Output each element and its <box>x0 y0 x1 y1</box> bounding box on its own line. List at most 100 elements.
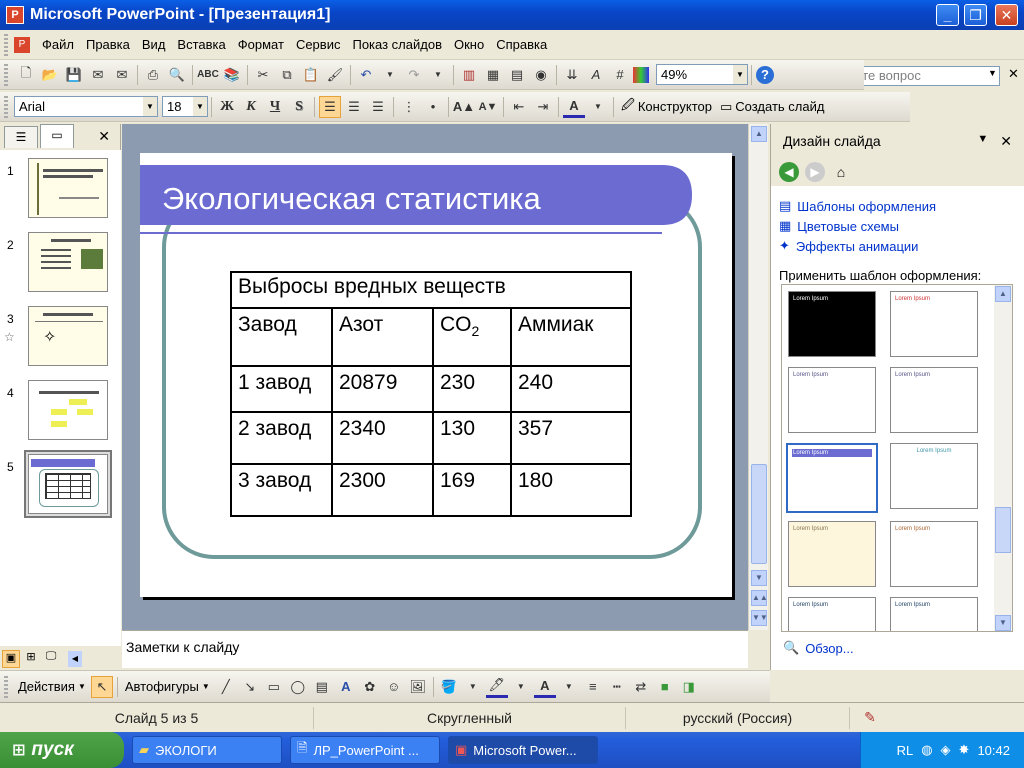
undo-dropdown-icon[interactable]: ▼ <box>379 64 401 86</box>
menu-tools[interactable]: Сервис <box>290 37 347 52</box>
scroll-down-icon[interactable]: ▼ <box>751 570 767 586</box>
insert-diagram-icon[interactable]: ◉ <box>530 64 552 86</box>
toolbar-grip[interactable] <box>4 95 8 118</box>
autoshapes-menu[interactable]: Автофигуры ▼ <box>121 679 214 694</box>
scroll-up-icon[interactable]: ▲ <box>751 126 767 142</box>
template-thumbnail[interactable]: Lorem Ipsum <box>788 597 876 631</box>
slide-thumbnail-2[interactable] <box>28 232 108 292</box>
powerpoint-app-icon[interactable]: P <box>6 6 24 24</box>
save-icon[interactable]: 💾 <box>63 64 85 86</box>
close-icon[interactable]: ✕ <box>98 128 110 145</box>
redo-icon[interactable]: ↷ <box>403 64 425 86</box>
close-button[interactable]: ✕ <box>995 4 1018 26</box>
taskbar-item[interactable]: 🗎 ЛР_PowerPoint ... <box>290 736 440 764</box>
font-select[interactable]: Arial ▼ <box>14 96 158 117</box>
open-icon[interactable]: 📂 <box>39 64 61 86</box>
chevron-down-icon[interactable]: ▼ <box>510 676 532 698</box>
arrow-icon[interactable]: ↘ <box>239 676 261 698</box>
show-formatting-icon[interactable]: A <box>585 64 607 86</box>
template-thumbnail[interactable]: Lorem Ipsum <box>890 597 978 631</box>
next-slide-icon[interactable]: ▼▼ <box>751 610 768 626</box>
scroll-up-icon[interactable]: ▲ <box>995 286 1011 302</box>
shadow-style-icon[interactable]: ■ <box>654 676 676 698</box>
tab-outline[interactable]: ☰ <box>4 126 38 148</box>
shadow-button[interactable]: S <box>288 96 310 118</box>
grid-icon[interactable]: # <box>609 64 631 86</box>
column-header[interactable]: Завод <box>230 307 333 367</box>
tab-slides[interactable]: ▭ <box>40 124 74 148</box>
font-color-icon[interactable]: A <box>563 96 585 118</box>
emissions-table[interactable]: Выбросы вредных веществ Завод Азот CO2 А… <box>230 271 632 517</box>
template-thumbnail[interactable]: Lorem Ipsum <box>788 521 876 587</box>
column-header-co2[interactable]: CO2 <box>432 307 512 367</box>
line-color-icon[interactable]: 🖊 <box>485 676 508 698</box>
template-thumbnail[interactable]: Lorem Ipsum <box>890 367 978 433</box>
chevron-down-icon[interactable]: ▼ <box>193 97 207 116</box>
textbox-icon[interactable]: ▤ <box>311 676 333 698</box>
bold-button[interactable]: Ж <box>216 96 238 118</box>
tray-app-icon[interactable]: ✸ <box>959 742 970 758</box>
task-pane-menu-icon[interactable]: ▼ <box>977 133 988 150</box>
table-cell[interactable]: 2340 <box>331 411 434 465</box>
menu-file[interactable]: Файл <box>36 37 80 52</box>
table-cell[interactable]: 2300 <box>331 463 434 517</box>
maximize-button[interactable]: ❐ <box>964 4 987 26</box>
chevron-down-icon[interactable]: ▼ <box>733 65 747 84</box>
slide-thumbnail-5[interactable] <box>28 454 108 514</box>
increase-font-icon[interactable]: A▲ <box>453 96 475 118</box>
slide-thumbnail-1[interactable] <box>28 158 108 218</box>
table-cell[interactable]: 180 <box>510 463 632 517</box>
insert-chart-icon[interactable]: ▥ <box>458 64 480 86</box>
doc-close-icon[interactable]: ✕ <box>1008 66 1019 82</box>
insert-table-icon[interactable]: ▦ <box>482 64 504 86</box>
taskbar-item-active[interactable]: ▣ Microsoft Power... <box>448 736 598 764</box>
table-cell[interactable]: 20879 <box>331 365 434 413</box>
spelling-icon[interactable]: ABC <box>197 64 219 86</box>
underline-button[interactable]: Ч <box>264 96 286 118</box>
column-header[interactable]: Аммиак <box>510 307 632 367</box>
notes-pane[interactable]: Заметки к слайду <box>122 630 748 668</box>
copy-icon[interactable]: ⧉ <box>276 64 298 86</box>
browse-link[interactable]: 🔍 Обзор... <box>775 638 854 658</box>
tables-borders-icon[interactable]: ▤ <box>506 64 528 86</box>
start-button[interactable]: ⊞ пуск <box>0 732 124 768</box>
slide-thumbnail-3[interactable]: ✧ <box>28 306 108 366</box>
slide-sorter-icon[interactable]: ⊞ <box>22 650 40 668</box>
home-icon[interactable]: ⌂ <box>831 162 851 182</box>
previous-slide-icon[interactable]: ▲▲ <box>751 590 768 606</box>
menu-slideshow[interactable]: Показ слайдов <box>346 37 448 52</box>
chevron-down-icon[interactable]: ▼ <box>462 676 484 698</box>
language-indicator[interactable]: RL <box>897 743 914 758</box>
slideshow-icon[interactable]: 🖵 <box>42 650 60 668</box>
oval-icon[interactable]: ◯ <box>287 676 309 698</box>
fill-color-icon[interactable]: 🪣 <box>438 676 460 698</box>
undo-icon[interactable]: ↶ <box>355 64 377 86</box>
research-icon[interactable]: 📚 <box>221 64 243 86</box>
increase-indent-icon[interactable]: ⇥ <box>532 96 554 118</box>
table-header-cell[interactable]: Выбросы вредных веществ <box>230 271 632 309</box>
toolbar-grip[interactable] <box>4 63 8 86</box>
wordart-icon[interactable]: A <box>335 676 357 698</box>
picture-icon[interactable]: 🖼 <box>407 676 429 698</box>
expand-all-icon[interactable]: ⇊ <box>561 64 583 86</box>
font-color-dropdown-icon[interactable]: ▼ <box>587 96 609 118</box>
menu-view[interactable]: Вид <box>136 37 172 52</box>
menu-window[interactable]: Окно <box>448 37 490 52</box>
permission-icon[interactable]: ✉ <box>87 64 109 86</box>
taskbar-item[interactable]: ▰ ЭКОЛОГИ <box>132 736 282 764</box>
color-schemes-link[interactable]: ▦ Цветовые схемы <box>771 216 1024 236</box>
align-right-icon[interactable]: ☰ <box>367 96 389 118</box>
design-templates-link[interactable]: ▤ Шаблоны оформления <box>771 196 1024 216</box>
scroll-down-icon[interactable]: ▼ <box>995 615 1011 631</box>
select-objects-icon[interactable]: ↖ <box>90 675 113 698</box>
toolbar-grip[interactable] <box>4 675 8 698</box>
ask-dropdown-icon[interactable]: ▼ <box>988 68 997 78</box>
template-thumbnail[interactable]: Lorem Ipsum <box>890 443 978 509</box>
cut-icon[interactable]: ✂ <box>252 64 274 86</box>
table-cell[interactable]: 240 <box>510 365 632 413</box>
menu-format[interactable]: Формат <box>232 37 290 52</box>
forward-icon[interactable]: ▶ <box>805 162 825 182</box>
normal-view-icon[interactable]: ▣ <box>2 650 20 668</box>
gallery-scrollbar[interactable]: ▲ ▼ <box>994 285 1012 631</box>
designer-button[interactable]: 🖉 Конструктор <box>617 96 716 118</box>
